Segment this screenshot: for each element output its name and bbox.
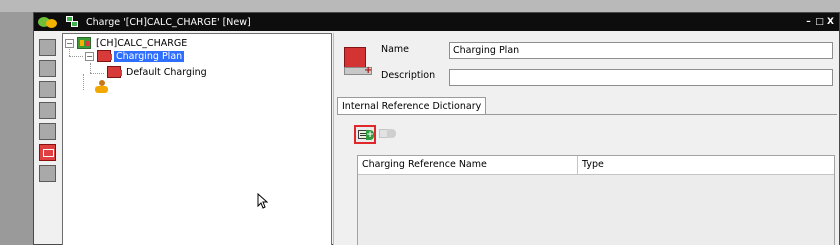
charge-document-icon bbox=[66, 16, 80, 28]
tool-button-3[interactable] bbox=[39, 81, 56, 98]
collapse-root-icon[interactable]: − bbox=[65, 38, 74, 48]
restore-button[interactable]: □ bbox=[815, 17, 824, 27]
charge-icon bbox=[77, 37, 91, 49]
tree-node-root[interactable]: − [CH]CALC_CHARGE bbox=[65, 37, 189, 49]
charge-editor-window: Charge '[CH]CALC_CHARGE' [New] – □ X − [… bbox=[33, 12, 840, 245]
tool-button-charging-active[interactable] bbox=[39, 144, 56, 161]
title-bar[interactable]: Charge '[CH]CALC_CHARGE' [New] – □ X bbox=[34, 13, 839, 31]
tool-button-7[interactable] bbox=[39, 165, 56, 182]
tree-node-label: [CH]CALC_CHARGE bbox=[96, 37, 188, 49]
add-reference-button[interactable]: + bbox=[354, 125, 376, 144]
window-title: Charge '[CH]CALC_CHARGE' [New] bbox=[86, 16, 251, 28]
mouse-pointer-icon bbox=[257, 193, 269, 209]
tree-node-charging-rule[interactable] bbox=[95, 79, 113, 93]
tool-button-4[interactable] bbox=[39, 102, 56, 119]
tree-node-label: Charging Plan bbox=[114, 50, 185, 62]
charging-plan-icon bbox=[97, 50, 112, 62]
remove-reference-button[interactable] bbox=[379, 127, 398, 141]
charging-plan-header-icon: + bbox=[344, 47, 374, 77]
description-input[interactable] bbox=[449, 69, 833, 86]
name-label: Name bbox=[381, 44, 410, 55]
charging-plan-icon bbox=[107, 66, 122, 78]
description-label: Description bbox=[381, 70, 436, 81]
desktop-top-strip bbox=[0, 0, 840, 12]
tree-node-default-charging[interactable]: Default Charging bbox=[107, 66, 209, 78]
charging-person-coins-icon bbox=[95, 79, 110, 93]
details-panel: + Name Description Internal Reference Di… bbox=[333, 33, 839, 245]
tool-button-5[interactable] bbox=[39, 123, 56, 140]
close-button[interactable]: X bbox=[826, 17, 835, 27]
tree-node-charging-plan[interactable]: − Charging Plan bbox=[85, 50, 185, 62]
table-header: Charging Reference Name Type bbox=[358, 156, 834, 175]
column-header-charging-reference-name[interactable]: Charging Reference Name bbox=[358, 156, 578, 174]
tool-button-2[interactable] bbox=[39, 60, 56, 77]
left-toolstrip bbox=[37, 35, 59, 245]
charge-tree: − [CH]CALC_CHARGE − Charging Plan Defaul… bbox=[62, 33, 332, 245]
column-header-type[interactable]: Type bbox=[578, 156, 834, 174]
name-input[interactable] bbox=[449, 42, 833, 59]
reference-table: Charging Reference Name Type bbox=[357, 155, 835, 245]
tree-node-label: Default Charging bbox=[126, 66, 207, 78]
tool-button-1[interactable] bbox=[39, 39, 56, 56]
window-controls: – □ X bbox=[804, 17, 835, 27]
collapse-plan-icon[interactable]: − bbox=[85, 51, 94, 61]
minimize-button[interactable]: – bbox=[804, 17, 813, 27]
app-logo-icon bbox=[36, 14, 60, 30]
tab-internal-reference-dictionary[interactable]: Internal Reference Dictionary bbox=[337, 97, 487, 115]
